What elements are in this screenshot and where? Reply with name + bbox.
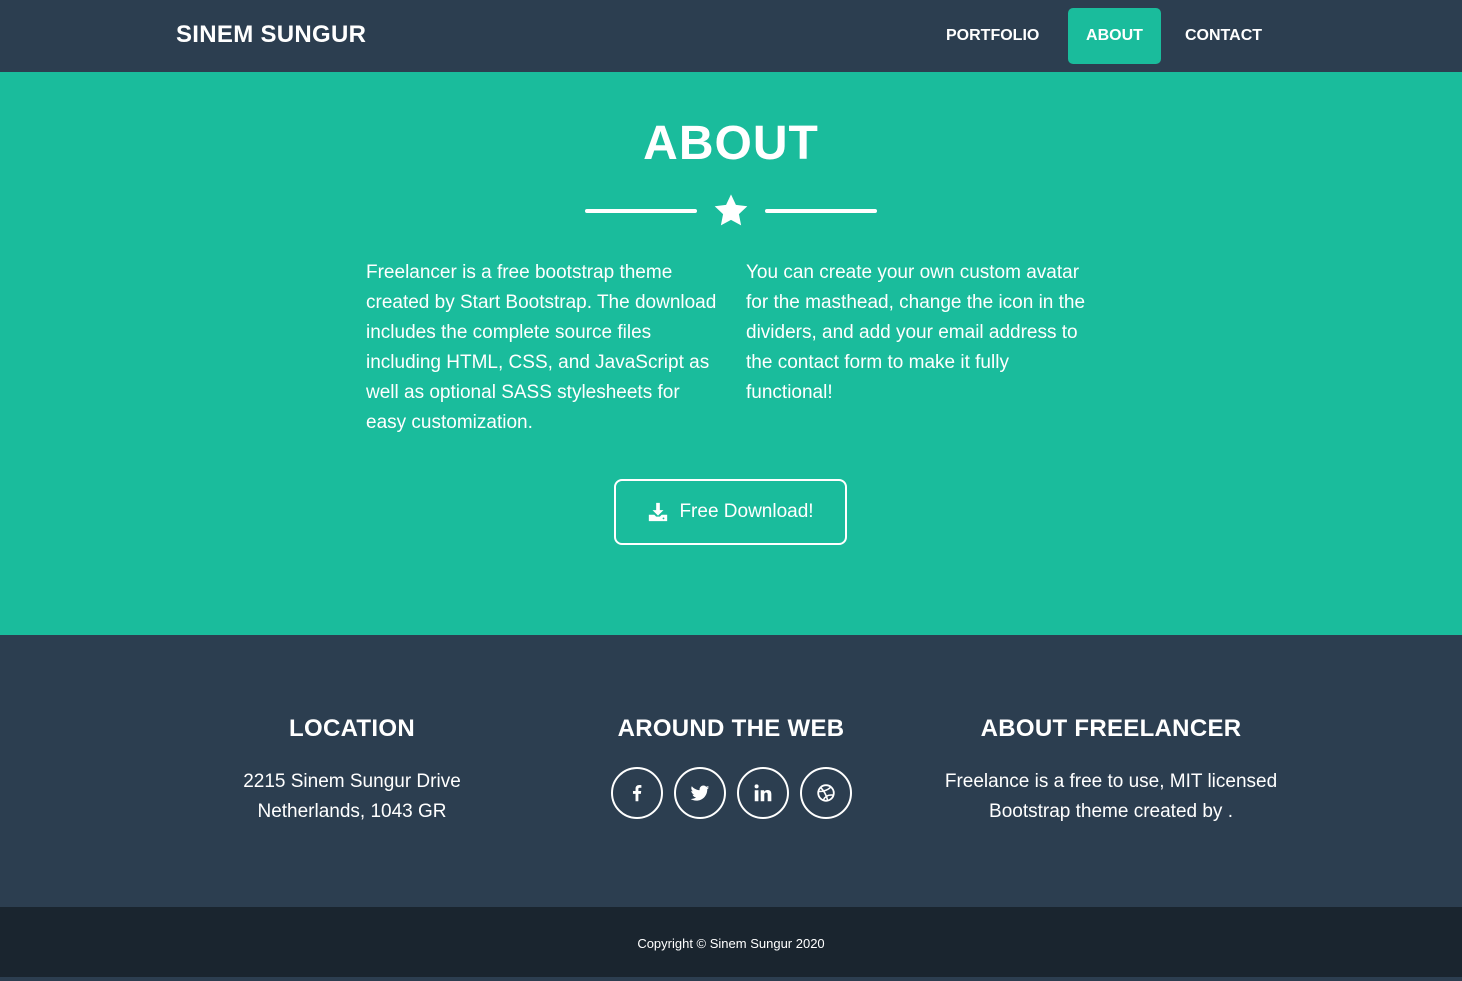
location-heading: LOCATION	[289, 715, 415, 742]
social-links	[541, 767, 921, 819]
about-freelancer-line-1: Freelance is a free to use, MIT licensed	[944, 771, 1278, 792]
dribbble-button[interactable]	[799, 767, 852, 819]
brand-link[interactable]: SINEM SUNGUR	[176, 21, 366, 49]
download-icon	[649, 502, 668, 522]
divider-line-left	[585, 209, 697, 213]
linkedin-icon	[754, 784, 771, 802]
twitter-icon	[689, 785, 709, 801]
about-freelancer-line-2: Bootstrap theme created by .	[989, 801, 1233, 822]
linkedin-button[interactable]	[736, 767, 789, 819]
nav-contact[interactable]: CONTACT	[1169, 8, 1278, 64]
location-line-2: Netherlands, 1043 GR	[257, 801, 447, 822]
about-section: ABOUT Freelancer is a free bootstrap the…	[0, 72, 1462, 635]
footer-around-the-web: AROUND THE WEB	[541, 715, 921, 819]
nav-portfolio[interactable]: PORTFOLIO	[930, 8, 1055, 64]
about-freelancer-heading: ABOUT FREELANCER	[980, 715, 1242, 742]
facebook-button[interactable]	[610, 767, 663, 819]
navbar: SINEM SUNGUR PORTFOLIO ABOUT CONTACT	[0, 0, 1462, 72]
facebook-icon	[632, 785, 641, 802]
around-the-web-heading: AROUND THE WEB	[617, 715, 845, 742]
copyright-bar: Copyright © Sinem Sungur 2020	[0, 907, 1462, 977]
dribbble-icon	[816, 784, 835, 802]
copyright-text: Copyright © Sinem Sungur 2020	[637, 936, 825, 951]
free-download-button[interactable]: Free Download!	[614, 479, 847, 545]
nav-about[interactable]: ABOUT	[1068, 8, 1161, 64]
about-text-right: You can create your own custom avatar fo…	[746, 262, 1086, 403]
free-download-label: Free Download!	[679, 501, 814, 522]
star-icon	[714, 194, 748, 226]
location-line-1: 2215 Sinem Sungur Drive	[243, 771, 461, 792]
divider-line-right	[765, 209, 877, 213]
footer: LOCATION 2215 Sinem Sungur Drive Netherl…	[0, 635, 1462, 907]
about-text-left: Freelancer is a free bootstrap theme cre…	[366, 262, 717, 433]
footer-location: LOCATION 2215 Sinem Sungur Drive Netherl…	[162, 715, 542, 827]
twitter-button[interactable]	[673, 767, 726, 819]
about-title: ABOUT	[643, 117, 819, 170]
footer-about-freelancer: ABOUT FREELANCER Freelance is a free to …	[921, 715, 1301, 827]
